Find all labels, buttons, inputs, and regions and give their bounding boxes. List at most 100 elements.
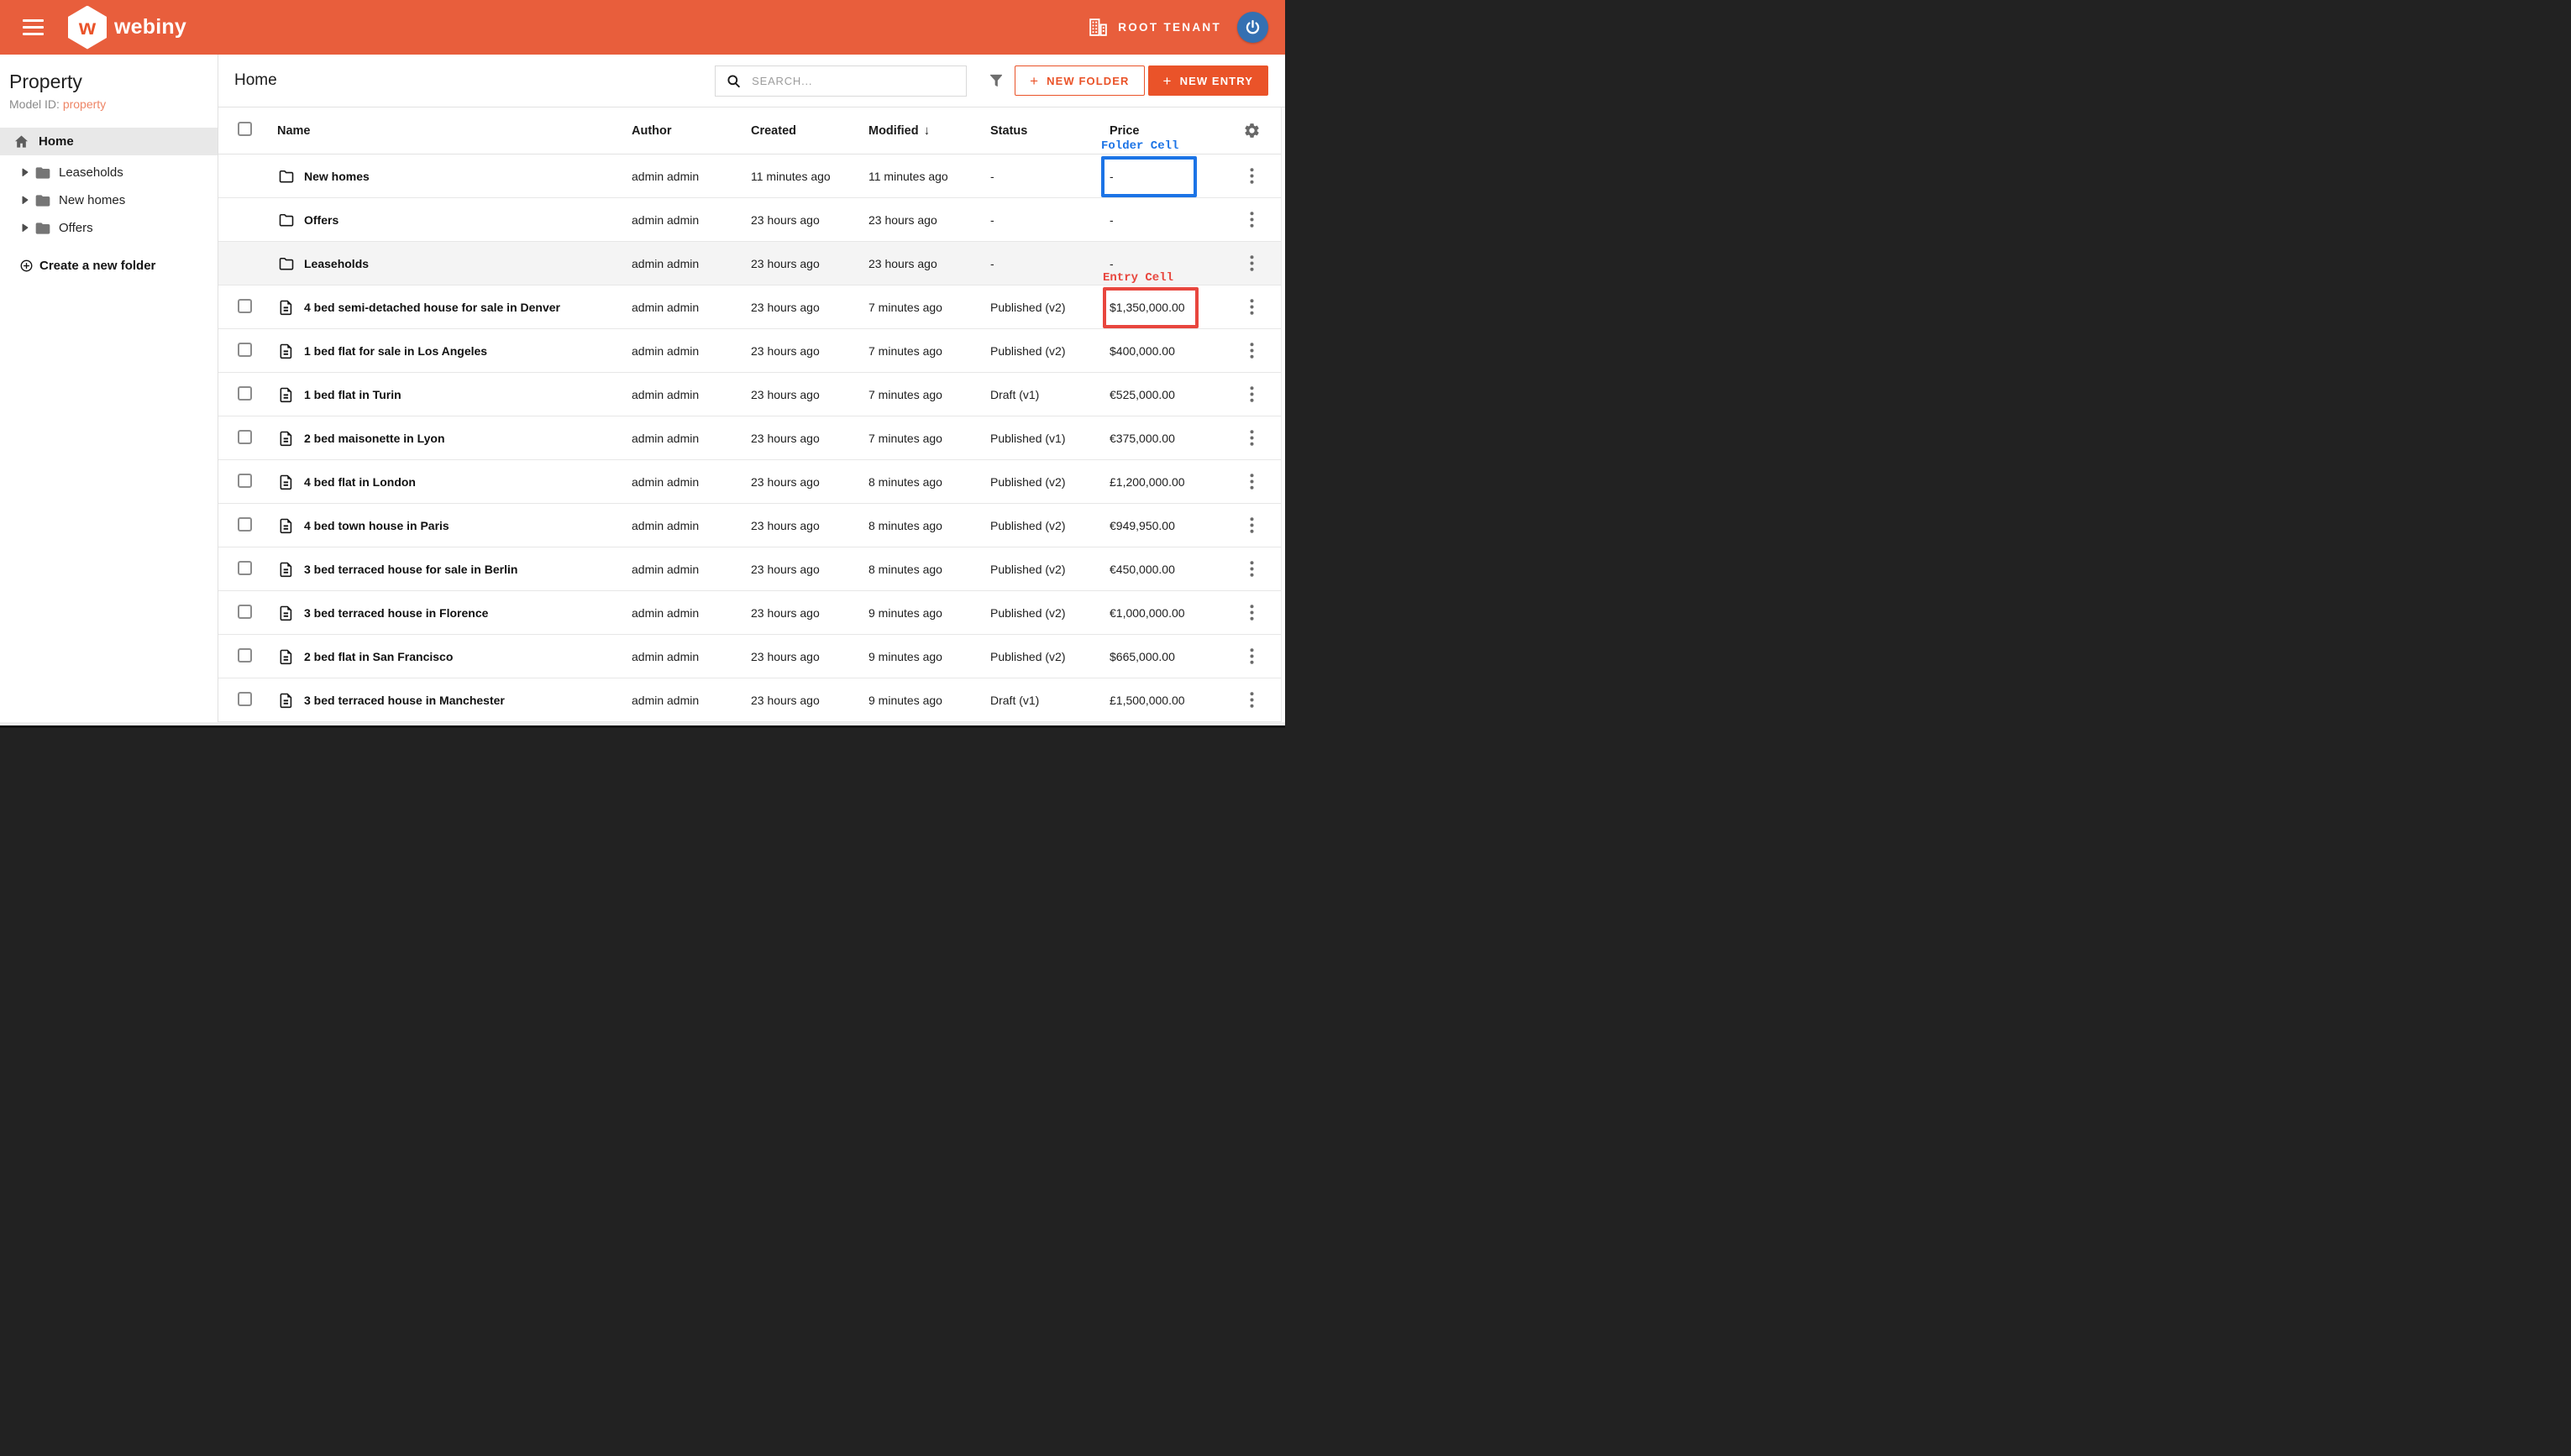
sidebar-item-leaseholds[interactable]: Leaseholds (0, 159, 218, 186)
row-author: admin admin (632, 388, 751, 401)
row-actions-kebab-icon[interactable] (1246, 470, 1257, 493)
row-checkbox[interactable] (238, 648, 252, 663)
document-icon (278, 517, 295, 534)
row-created: 23 hours ago (751, 694, 868, 707)
column-header-created[interactable]: Created (751, 124, 868, 138)
select-all-checkbox[interactable] (238, 122, 252, 136)
row-name[interactable]: 3 bed terraced house for sale in Berlin (304, 563, 517, 576)
table-row[interactable]: Leaseholds admin admin 23 hours ago 23 h… (218, 242, 1285, 285)
row-name[interactable]: Leaseholds (304, 257, 369, 270)
search-input[interactable] (750, 74, 956, 88)
row-checkbox[interactable] (238, 517, 252, 532)
list-toolbar: Home + NEW FOLDER + NEW ENTR (218, 55, 1285, 107)
row-actions-kebab-icon[interactable] (1246, 383, 1257, 406)
folder-icon (278, 212, 295, 228)
model-title: Property (9, 71, 218, 92)
row-checkbox[interactable] (238, 605, 252, 619)
row-actions-kebab-icon[interactable] (1246, 558, 1257, 580)
user-avatar[interactable] (1237, 12, 1268, 43)
row-name[interactable]: 1 bed flat in Turin (304, 388, 401, 401)
webiny-wordmark: webiny (114, 15, 186, 39)
row-name[interactable]: Offers (304, 213, 338, 227)
row-created: 23 hours ago (751, 388, 868, 401)
row-price: $665,000.00 (1110, 650, 1230, 663)
column-header-name[interactable]: Name (277, 124, 632, 138)
row-actions-kebab-icon[interactable] (1246, 601, 1257, 624)
row-modified: 23 hours ago (868, 257, 990, 270)
table-row[interactable]: 4 bed flat in London admin admin 23 hour… (218, 460, 1285, 504)
content-area: Home + NEW FOLDER + NEW ENTR (218, 55, 1285, 728)
table-row[interactable]: 3 bed terraced house for sale in Berlin … (218, 547, 1285, 591)
row-actions-kebab-icon[interactable] (1246, 296, 1257, 318)
row-modified: 9 minutes ago (868, 606, 990, 620)
row-actions-kebab-icon[interactable] (1246, 514, 1257, 537)
create-folder-button[interactable]: Create a new folder (0, 253, 218, 278)
chevron-right-icon[interactable] (21, 223, 29, 233)
sidebar-item-home[interactable]: Home (0, 128, 218, 155)
table-row[interactable]: 4 bed semi-detached house for sale in De… (218, 285, 1285, 329)
row-checkbox[interactable] (238, 299, 252, 313)
column-settings-gear-icon[interactable] (1240, 118, 1264, 143)
row-actions-kebab-icon[interactable] (1246, 165, 1257, 187)
filter-icon[interactable] (988, 72, 1005, 89)
row-actions-kebab-icon[interactable] (1246, 689, 1257, 711)
tenant-selector[interactable]: ROOT TENANT (1088, 17, 1221, 38)
chevron-right-icon[interactable] (21, 168, 29, 177)
table-row[interactable]: 3 bed terraced house in Manchester admin… (218, 678, 1285, 722)
row-modified: 23 hours ago (868, 213, 990, 227)
table-row[interactable]: New homes admin admin 11 minutes ago 11 … (218, 155, 1285, 198)
row-checkbox[interactable] (238, 430, 252, 444)
row-name[interactable]: New homes (304, 170, 370, 183)
row-created: 23 hours ago (751, 606, 868, 620)
chevron-right-icon[interactable] (21, 196, 29, 205)
row-modified: 7 minutes ago (868, 301, 990, 314)
row-price: €375,000.00 (1110, 432, 1230, 445)
row-created: 23 hours ago (751, 213, 868, 227)
column-header-author[interactable]: Author (632, 124, 751, 138)
sidebar-item-new-homes[interactable]: New homes (0, 186, 218, 214)
row-name[interactable]: 4 bed town house in Paris (304, 519, 449, 532)
row-status: - (990, 213, 1110, 227)
sidebar-item-offers[interactable]: Offers (0, 214, 218, 242)
row-checkbox[interactable] (238, 692, 252, 706)
row-actions-kebab-icon[interactable] (1246, 427, 1257, 449)
table-row[interactable]: 2 bed maisonette in Lyon admin admin 23 … (218, 416, 1285, 460)
column-header-price[interactable]: Price (1110, 124, 1230, 138)
row-actions-kebab-icon[interactable] (1246, 645, 1257, 668)
tenant-label: ROOT TENANT (1118, 21, 1221, 34)
table-row[interactable]: 1 bed flat for sale in Los Angeles admin… (218, 329, 1285, 373)
hamburger-menu-icon[interactable] (23, 19, 44, 35)
row-modified: 8 minutes ago (868, 563, 990, 576)
row-author: admin admin (632, 650, 751, 663)
row-status: Published (v2) (990, 519, 1110, 532)
new-entry-button[interactable]: + NEW ENTRY (1148, 65, 1268, 96)
table-row[interactable]: 2 bed flat in San Francisco admin admin … (218, 635, 1285, 678)
table-row[interactable]: Offers admin admin 23 hours ago 23 hours… (218, 198, 1285, 242)
row-checkbox[interactable] (238, 386, 252, 401)
row-name[interactable]: 3 bed terraced house in Manchester (304, 694, 505, 707)
row-checkbox[interactable] (238, 343, 252, 357)
webiny-logo[interactable]: w webiny (68, 6, 186, 50)
new-folder-button[interactable]: + NEW FOLDER (1015, 65, 1144, 96)
table-row[interactable]: 3 bed terraced house in Florence admin a… (218, 591, 1285, 635)
vertical-scrollbar[interactable] (1281, 107, 1285, 728)
row-created: 23 hours ago (751, 257, 868, 270)
row-name[interactable]: 4 bed semi-detached house for sale in De… (304, 301, 560, 314)
row-name[interactable]: 2 bed maisonette in Lyon (304, 432, 445, 445)
row-checkbox[interactable] (238, 474, 252, 488)
table-row[interactable]: 4 bed town house in Paris admin admin 23… (218, 504, 1285, 547)
column-header-status[interactable]: Status (990, 124, 1110, 138)
table-row[interactable]: 1 bed flat in Turin admin admin 23 hours… (218, 373, 1285, 416)
row-name[interactable]: 2 bed flat in San Francisco (304, 650, 453, 663)
row-author: admin admin (632, 213, 751, 227)
row-price: - (1110, 170, 1230, 183)
row-actions-kebab-icon[interactable] (1246, 252, 1257, 275)
document-icon (278, 430, 295, 447)
row-actions-kebab-icon[interactable] (1246, 339, 1257, 362)
row-actions-kebab-icon[interactable] (1246, 208, 1257, 231)
row-name[interactable]: 3 bed terraced house in Florence (304, 606, 488, 620)
row-name[interactable]: 1 bed flat for sale in Los Angeles (304, 344, 487, 358)
column-header-modified[interactable]: Modified↓ (868, 123, 990, 138)
row-checkbox[interactable] (238, 561, 252, 575)
row-name[interactable]: 4 bed flat in London (304, 475, 416, 489)
